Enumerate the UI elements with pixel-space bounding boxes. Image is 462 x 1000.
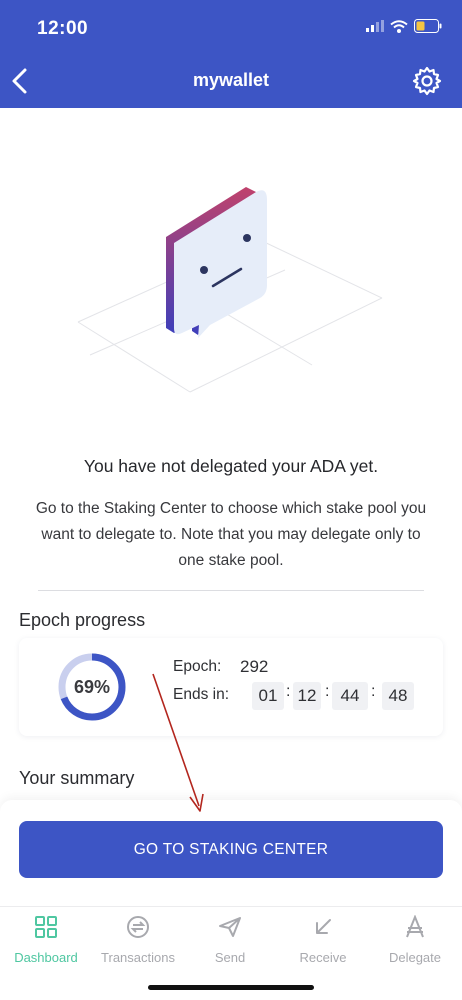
tab-label: Delegate	[388, 950, 442, 965]
tab-dashboard[interactable]: Dashboard	[0, 907, 92, 977]
empty-state-illustration	[77, 187, 383, 393]
tab-label: Dashboard	[14, 950, 78, 965]
countdown-hours: 12	[293, 682, 321, 710]
gear-icon[interactable]	[412, 66, 442, 96]
countdown-seconds: 48	[382, 682, 414, 710]
app-header: 12:00 mywallet	[0, 0, 462, 108]
countdown-minutes: 44	[332, 682, 368, 710]
transactions-icon	[127, 916, 149, 938]
summary-title: Your summary	[19, 768, 135, 788]
dashboard-icon	[35, 916, 57, 938]
epoch-progress-title: Epoch progress	[19, 610, 146, 630]
countdown-separator: :	[371, 683, 376, 700]
battery-icon	[414, 19, 442, 33]
status-icons	[366, 19, 442, 33]
page-title: mywallet	[192, 70, 270, 90]
tab-label: Receive	[299, 950, 347, 965]
divider	[38, 590, 424, 591]
receive-icon	[316, 919, 331, 934]
epoch-value: 292	[240, 657, 269, 676]
epoch-progress-percent: 69%	[73, 677, 111, 697]
epoch-label: Epoch:	[173, 658, 222, 675]
countdown-days: 01	[252, 682, 284, 710]
wifi-icon	[390, 19, 408, 33]
tab-delegate[interactable]: Delegate	[369, 907, 461, 977]
signal-icon	[366, 20, 384, 32]
tab-label: Transactions	[101, 950, 175, 965]
status-time: 12:00	[37, 18, 89, 39]
empty-state-headline: You have not delegated your ADA yet.	[83, 456, 379, 476]
ada-icon	[406, 915, 424, 938]
countdown-separator: :	[325, 683, 330, 700]
countdown-separator: :	[286, 683, 291, 700]
home-indicator	[148, 985, 314, 990]
tab-send[interactable]: Send	[184, 907, 276, 977]
tab-receive[interactable]: Receive	[277, 907, 369, 977]
epoch-progress-card: 69% Epoch: 292 Ends in: 01 : 12 : 44 : 4…	[19, 638, 443, 736]
tab-transactions[interactable]: Transactions	[92, 907, 184, 977]
tab-label: Send	[214, 950, 246, 965]
ends-in-label: Ends in:	[173, 686, 230, 703]
send-icon	[219, 917, 241, 937]
empty-state-description: Go to the Staking Center to choose which…	[35, 500, 427, 569]
go-to-staking-center-button[interactable]: GO TO STAKING CENTER	[19, 821, 443, 878]
